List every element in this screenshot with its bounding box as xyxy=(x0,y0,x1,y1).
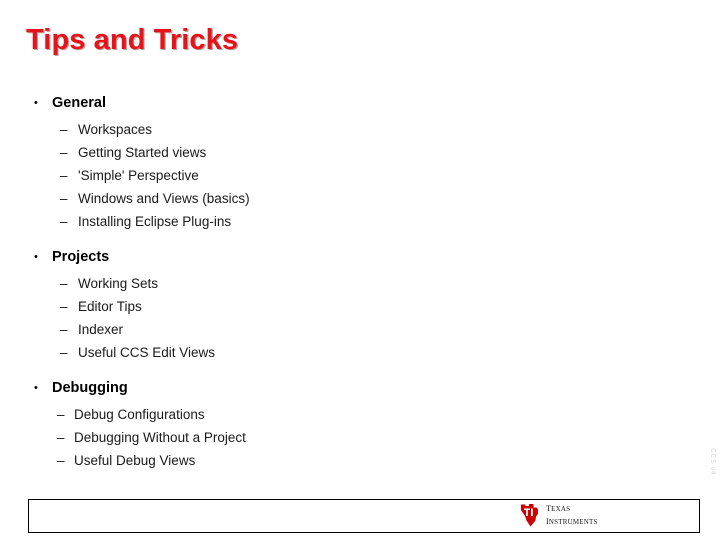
list-item: – Editor Tips xyxy=(0,295,720,318)
list-item-label: Debugging Without a Project xyxy=(74,430,246,445)
list-item: – Debugging Without a Project xyxy=(0,426,720,449)
dash-icon: – xyxy=(60,299,68,314)
outline-heading-projects: • Projects xyxy=(0,246,720,268)
ti-logo: Texas Instruments xyxy=(519,503,598,528)
dash-icon: – xyxy=(60,322,68,337)
texas-instruments-logo-icon xyxy=(521,504,538,527)
page-title: Tips and Tricks xyxy=(26,24,239,56)
ti-wordmark-line2: Instruments xyxy=(546,515,598,527)
list-item: – 'Simple' Perspective xyxy=(0,164,720,187)
list-item-label: Getting Started views xyxy=(78,145,207,160)
outline-body: • General – Workspaces – Getting Started… xyxy=(0,92,720,472)
list-item-label: Editor Tips xyxy=(78,299,142,314)
list-item: – Working Sets xyxy=(0,272,720,295)
list-item-label: Debug Configurations xyxy=(74,407,205,422)
list-item-label: Useful CCS Edit Views xyxy=(78,345,216,360)
list-item: – Indexer xyxy=(0,318,720,341)
list-item: – Debug Configurations xyxy=(0,403,720,426)
list-item: – Useful Debug Views xyxy=(0,449,720,472)
bullet-icon: • xyxy=(34,97,38,109)
outline-heading-label: Projects xyxy=(52,249,110,265)
ti-wordmark: Texas Instruments xyxy=(546,503,598,528)
outline-sublist-debugging: – Debug Configurations – Debugging Witho… xyxy=(0,403,720,472)
dash-icon: – xyxy=(60,168,68,183)
outline-group-debugging: • Debugging – Debug Configurations – Deb… xyxy=(0,377,720,472)
bullet-icon: • xyxy=(34,382,38,394)
list-item-label: Windows and Views (basics) xyxy=(78,191,250,206)
dash-icon: – xyxy=(60,276,68,291)
outline-group-general: • General – Workspaces – Getting Started… xyxy=(0,92,720,233)
outline-heading-general: • General xyxy=(0,92,720,114)
dash-icon: – xyxy=(60,345,68,360)
list-item-label: Installing Eclipse Plug-ins xyxy=(78,214,232,229)
bullet-icon: • xyxy=(34,251,38,263)
dash-icon: – xyxy=(60,145,68,160)
ti-wordmark-line1: Texas xyxy=(546,502,571,514)
list-item-label: Useful Debug Views xyxy=(74,453,196,468)
list-item: – Useful CCS Edit Views xyxy=(0,341,720,364)
list-item-label: Indexer xyxy=(78,322,124,337)
outline-heading-label: General xyxy=(52,95,106,111)
dash-icon: – xyxy=(60,191,68,206)
list-item: – Getting Started views xyxy=(0,141,720,164)
slide: Tips and Tricks • General – Workspaces –… xyxy=(0,0,720,540)
dash-icon: – xyxy=(57,407,65,422)
list-item-label: Working Sets xyxy=(78,276,159,291)
outline-sublist-general: – Workspaces – Getting Started views – '… xyxy=(0,118,720,233)
footer-bar: Texas Instruments xyxy=(28,499,700,533)
list-item: – Windows and Views (basics) xyxy=(0,187,720,210)
dash-icon: – xyxy=(57,430,65,445)
dash-icon: – xyxy=(60,122,68,137)
outline-heading-debugging: • Debugging xyxy=(0,377,720,399)
dash-icon: – xyxy=(57,453,65,468)
outline-heading-label: Debugging xyxy=(52,380,128,396)
list-item-label: Workspaces xyxy=(78,122,153,137)
list-item: – Installing Eclipse Plug-ins xyxy=(0,210,720,233)
dash-icon: – xyxy=(60,214,68,229)
list-item-label: 'Simple' Perspective xyxy=(78,168,199,183)
outline-group-projects: • Projects – Working Sets – Editor Tips … xyxy=(0,246,720,364)
outline-sublist-projects: – Working Sets – Editor Tips – Indexer –… xyxy=(0,272,720,364)
side-watermark: CCS v4 xyxy=(709,448,716,476)
list-item: – Workspaces xyxy=(0,118,720,141)
